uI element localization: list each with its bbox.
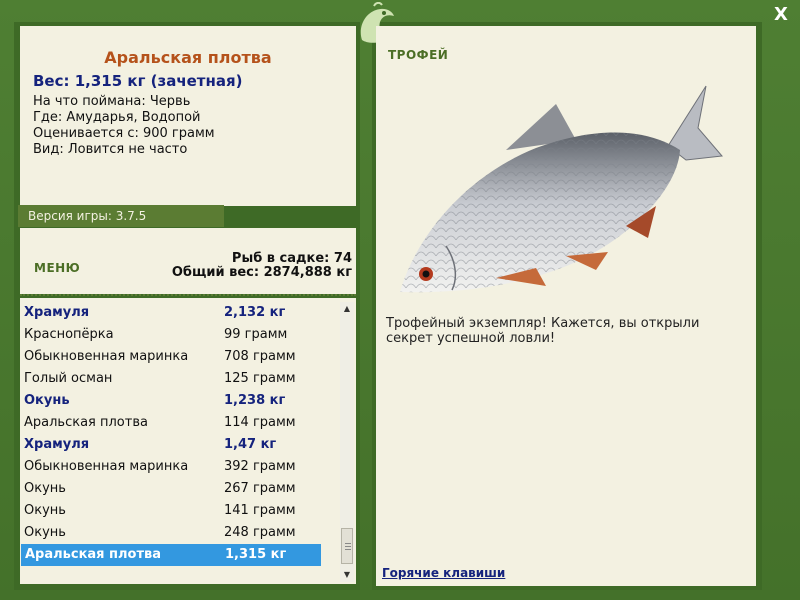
trophy-message: Трофейный экземпляр! Кажется, вы открыли… xyxy=(386,316,700,346)
list-item-weight: 1,238 кг xyxy=(224,393,286,408)
scroll-thumb[interactable] xyxy=(341,528,353,564)
menu-button[interactable]: МЕНЮ xyxy=(34,261,80,275)
list-item[interactable]: Аральская плотва 1,315 кг xyxy=(21,544,321,566)
list-item-name: Окунь xyxy=(24,393,70,408)
total-weight: Общий вес: 2874,888 кг xyxy=(171,265,352,280)
list-item-weight: 708 грамм xyxy=(224,349,296,364)
list-item-name: Окунь xyxy=(24,481,66,496)
fish-info-panel: Аральская плотва Вес: 1,315 кг (зачетная… xyxy=(20,26,356,206)
list-item-weight: 392 грамм xyxy=(224,459,296,474)
list-item-weight: 125 грамм xyxy=(224,371,296,386)
list-item[interactable]: Окунь 267 грамм xyxy=(20,478,338,500)
close-button[interactable]: X xyxy=(772,6,790,24)
list-item[interactable]: Голый осман 125 грамм xyxy=(20,368,338,390)
list-item-name: Краснопёрка xyxy=(24,327,114,342)
list-item[interactable]: Обыкновенная маринка 392 грамм xyxy=(20,456,338,478)
list-item-weight: 2,132 кг xyxy=(224,305,286,320)
fish-weight: Вес: 1,315 кг (зачетная) xyxy=(33,72,243,90)
fish-details: На что поймана: Червь Где: Амударья, Вод… xyxy=(33,94,215,158)
catch-list[interactable]: Храмуля 2,132 кг Краснопёрка 99 грамм Обыкно… xyxy=(20,298,356,584)
trophy-panel: ТРОФЕЙ Трофейный экземпляр! Кажется, вы … xyxy=(376,26,756,586)
list-item-weight: 1,47 кг xyxy=(224,437,277,452)
menu-area: МЕНЮ Рыб в садке: 74 Общий вес: 2874,888… xyxy=(20,228,356,294)
list-item-name: Аральская плотва xyxy=(24,415,148,430)
list-item-name: Обыкновенная маринка xyxy=(24,349,189,364)
list-item-name: Обыкновенная маринка xyxy=(24,459,189,474)
list-item-name: Окунь xyxy=(24,503,66,518)
scroll-down-icon[interactable]: ▼ xyxy=(340,568,354,582)
list-item-weight: 1,315 кг xyxy=(225,547,287,562)
scroll-up-icon[interactable]: ▲ xyxy=(340,302,354,316)
version-bar: Версия игры: 3.7.5 xyxy=(18,205,224,227)
fish-count: Рыб в садке: 74 xyxy=(231,251,352,266)
catch-stats: Рыб в садке: 74 Общий вес: 2874,888 кг xyxy=(172,252,352,280)
list-item-weight: 141 грамм xyxy=(224,503,296,518)
list-item[interactable]: Аральская плотва 114 грамм xyxy=(20,412,338,434)
list-item[interactable]: Окунь 141 грамм xyxy=(20,500,338,522)
list-item[interactable]: Краснопёрка 99 грамм xyxy=(20,324,338,346)
list-item-name: Храмуля xyxy=(24,437,90,452)
fish-bait: На что поймана: Червь xyxy=(33,94,191,109)
fish-kind: Вид: Ловится не часто xyxy=(33,142,188,157)
list-item[interactable]: Храмуля 1,47 кг xyxy=(20,434,338,456)
fish-value: Оценивается с: 900 грамм xyxy=(33,126,215,141)
scrollbar[interactable]: ▲ ▼ xyxy=(340,302,354,582)
list-item-name: Храмуля xyxy=(24,305,90,320)
list-item-weight: 267 грамм xyxy=(224,481,296,496)
list-item-name: Голый осман xyxy=(24,371,113,386)
list-item[interactable]: Обыкновенная маринка 708 грамм xyxy=(20,346,338,368)
list-item-weight: 114 грамм xyxy=(224,415,296,430)
list-item[interactable]: Окунь 248 грамм xyxy=(20,522,338,544)
list-item-weight: 99 грамм xyxy=(224,327,288,342)
fish-image xyxy=(400,85,723,293)
catch-list-rows: Храмуля 2,132 кг Краснопёрка 99 грамм Обыкно… xyxy=(20,302,338,566)
list-item[interactable]: Окунь 1,238 кг xyxy=(20,390,338,412)
fish-name: Аральская плотва xyxy=(104,48,272,67)
list-item-name: Окунь xyxy=(24,525,66,540)
list-item[interactable]: Храмуля 2,132 кг xyxy=(20,302,338,324)
close-icon: X xyxy=(774,4,788,25)
fish-location: Где: Амударья, Водопой xyxy=(33,110,201,125)
list-item-weight: 248 грамм xyxy=(224,525,296,540)
divider xyxy=(20,294,356,296)
list-item-name: Аральская плотва xyxy=(25,547,162,562)
hotkeys-link[interactable]: Горячие клавиши xyxy=(382,566,505,580)
